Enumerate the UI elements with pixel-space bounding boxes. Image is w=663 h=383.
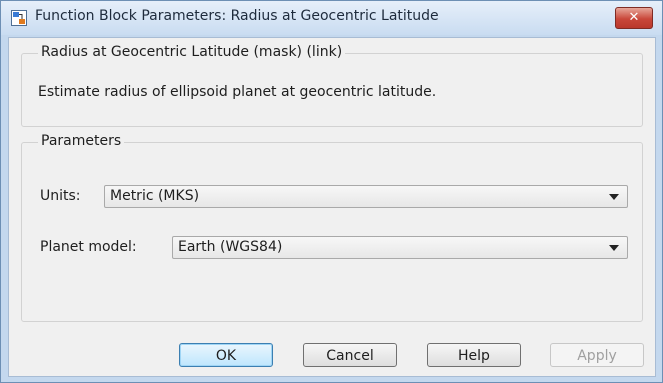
planet-model-dropdown[interactable]: Earth (WGS84): [172, 236, 628, 259]
close-button[interactable]: ✕: [615, 7, 653, 29]
units-label: Units:: [40, 188, 81, 204]
ok-button[interactable]: OK: [179, 343, 273, 367]
description-group: Radius at Geocentric Latitude (mask) (li…: [21, 44, 643, 127]
parameters-group: Parameters Units: Metric (MKS) Planet mo…: [21, 133, 643, 322]
dialog-window: Function Block Parameters: Radius at Geo…: [0, 0, 663, 383]
cancel-button[interactable]: Cancel: [303, 343, 397, 367]
block-name-legend: Radius at Geocentric Latitude (mask) (li…: [38, 44, 346, 60]
units-value: Metric (MKS): [110, 188, 200, 204]
chevron-down-icon: [609, 194, 619, 200]
help-button[interactable]: Help: [427, 343, 521, 367]
parameters-legend: Parameters: [38, 133, 125, 149]
close-icon: ✕: [628, 10, 640, 25]
chevron-down-icon: [609, 245, 619, 251]
title-bar[interactable]: Function Block Parameters: Radius at Geo…: [1, 1, 662, 35]
block-description: Estimate radius of ellipsoid planet at g…: [38, 84, 437, 100]
apply-button: Apply: [550, 343, 644, 367]
simulink-block-icon: [11, 10, 27, 26]
planet-model-value: Earth (WGS84): [178, 239, 283, 255]
units-dropdown[interactable]: Metric (MKS): [104, 185, 628, 208]
dialog-body: Radius at Geocentric Latitude (mask) (li…: [8, 37, 656, 377]
window-title: Function Block Parameters: Radius at Geo…: [35, 8, 439, 24]
planet-model-label: Planet model:: [40, 239, 137, 255]
